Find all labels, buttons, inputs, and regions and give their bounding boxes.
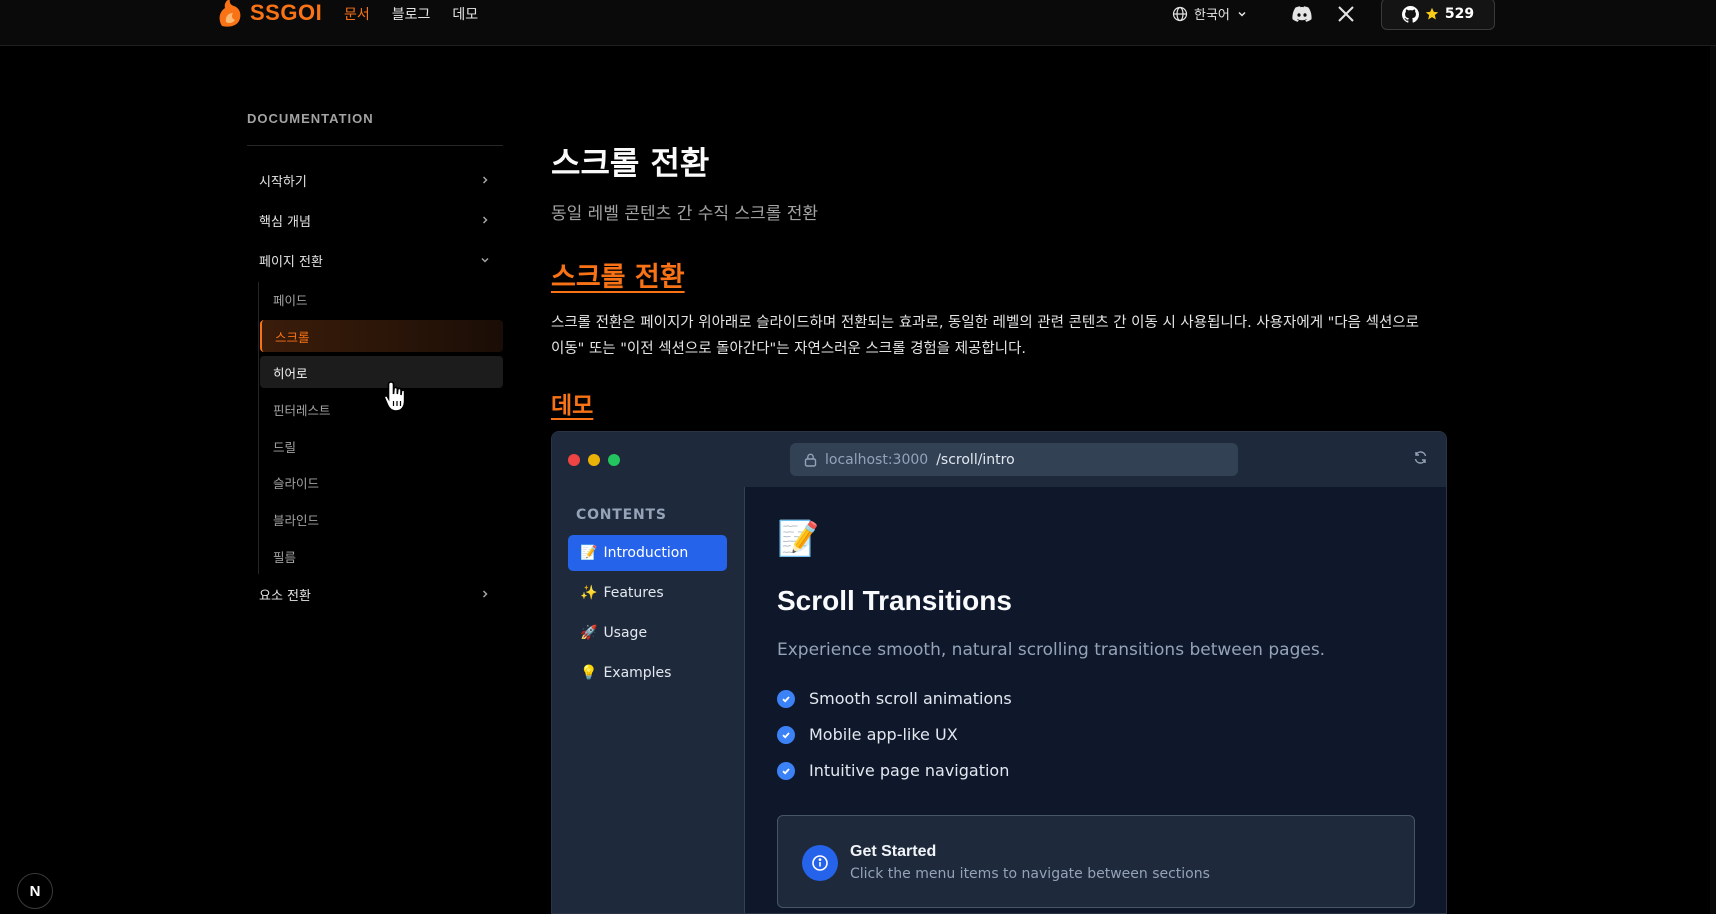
feature-item: Intuitive page navigation	[777, 761, 1009, 780]
url-path: /scroll/intro	[936, 451, 1015, 468]
demo-main-content: 📝 Scroll Transitions Experience smooth, …	[745, 487, 1446, 913]
toc-item-usage[interactable]: 🚀 Usage	[568, 615, 727, 651]
x-icon	[1338, 6, 1354, 22]
star-icon	[1425, 7, 1439, 20]
intro-paragraph-line: 스크롤 전환은 페이지가 위아래로 슬라이드하며 전환되는 효과로, 동일한 레…	[551, 315, 1419, 331]
toc-item-examples[interactable]: 💡 Examples	[568, 655, 727, 691]
callout-text: Click the menu items to navigate between…	[850, 866, 1210, 882]
github-star-count: 529	[1444, 6, 1475, 22]
top-navbar: SSGOI 문서 블로그 데모 한국어 529	[0, 0, 1716, 46]
sidebar-section-label: 핵심 개념	[259, 214, 311, 230]
fox-logo-icon	[219, 0, 241, 27]
rocket-icon: 🚀	[580, 625, 598, 641]
sidebar-section-element-transitions[interactable]: 요소 전환	[247, 578, 503, 610]
discord-icon	[1292, 6, 1312, 22]
toc-item-label: Examples	[603, 665, 672, 681]
globe-icon	[1172, 6, 1188, 21]
sidebar-section-label: 요소 전환	[259, 588, 311, 604]
page-scrollbar[interactable]	[1710, 46, 1716, 914]
chevron-right-icon	[482, 590, 488, 598]
intro-paragraph-line: 이동" 또는 "이전 섹션으로 돌아간다"는 자연스러운 스크롤 경험을 제공합…	[551, 341, 1027, 357]
address-bar[interactable]: localhost:3000 /scroll/intro	[790, 443, 1238, 476]
nav-link-demo[interactable]: 데모	[452, 4, 478, 24]
sparkles-icon: ✨	[580, 585, 598, 601]
memo-icon: 📝	[777, 519, 820, 559]
toc-item-label: Features	[603, 585, 664, 601]
contents-heading: CONTENTS	[576, 507, 667, 523]
sidebar-heading: DOCUMENTATION	[247, 111, 374, 126]
url-host: localhost:3000	[825, 451, 929, 468]
feature-item: Smooth scroll animations	[777, 689, 1012, 708]
sidebar-section-label: 페이지 전환	[259, 254, 323, 270]
language-label: 한국어	[1194, 8, 1230, 23]
check-circle-icon	[777, 725, 795, 744]
github-stars-button[interactable]: 529	[1381, 0, 1495, 30]
x-twitter-link[interactable]	[1333, 2, 1359, 26]
section-heading-link[interactable]: 스크롤 전환	[551, 255, 685, 294]
lightbulb-icon: 💡	[580, 665, 598, 681]
demo-subtitle: Experience smooth, natural scrolling tra…	[777, 640, 1326, 660]
browser-toolbar: localhost:3000 /scroll/intro	[552, 432, 1446, 487]
feature-label: Mobile app-like UX	[809, 725, 958, 744]
sidebar-item-drill[interactable]: 드릴	[260, 430, 503, 462]
window-maximize-dot[interactable]	[608, 454, 620, 466]
info-icon	[802, 845, 838, 881]
lock-icon	[804, 453, 817, 467]
toc-item-introduction[interactable]: 📝 Introduction	[568, 535, 727, 571]
sidebar-item-slide[interactable]: 슬라이드	[260, 466, 503, 498]
chevron-right-icon	[482, 176, 488, 184]
demo-title: Scroll Transitions	[777, 585, 1012, 616]
chevron-down-icon	[481, 257, 489, 263]
sidebar-divider	[247, 145, 503, 146]
sidebar-section-getting-started[interactable]: 시작하기	[247, 164, 503, 196]
check-circle-icon	[777, 689, 795, 708]
toc-item-label: Introduction	[603, 545, 689, 561]
sidebar-section-label: 시작하기	[259, 174, 307, 190]
sidebar-item-blind[interactable]: 블라인드	[260, 503, 503, 535]
sidebar-section-page-transitions[interactable]: 페이지 전환	[247, 244, 503, 276]
language-selector[interactable]: 한국어	[1172, 4, 1248, 23]
chevron-down-icon	[1238, 11, 1246, 17]
submenu-guide-line	[258, 282, 259, 574]
nav-link-blog[interactable]: 블로그	[392, 4, 431, 24]
feature-label: Intuitive page navigation	[809, 761, 1010, 780]
demo-browser-frame: localhost:3000 /scroll/intro CONTENTS 📝 …	[551, 431, 1447, 914]
sidebar-item-hero[interactable]: 히어로	[260, 356, 503, 388]
nextjs-dev-badge[interactable]: N	[17, 873, 53, 909]
github-icon	[1401, 5, 1419, 23]
chevron-right-icon	[482, 216, 488, 224]
brand-name: SSGOI	[250, 0, 323, 25]
get-started-callout: Get Started Click the menu items to navi…	[777, 815, 1415, 908]
memo-icon: 📝	[580, 545, 598, 561]
page-subtitle: 동일 레벨 콘텐츠 간 수직 스크롤 전환	[551, 204, 819, 224]
nav-link-docs[interactable]: 문서	[344, 4, 370, 24]
feature-label: Smooth scroll animations	[809, 689, 1012, 708]
window-close-dot[interactable]	[568, 454, 580, 466]
callout-title: Get Started	[850, 843, 937, 860]
brand-logo[interactable]: SSGOI	[216, 0, 322, 28]
pointer-hand-cursor-icon	[383, 381, 406, 412]
sidebar-item-scroll[interactable]: 스크롤	[260, 320, 503, 352]
intro-paragraph: 스크롤 전환은 페이지가 위아래로 슬라이드하며 전환되는 효과로, 동일한 레…	[551, 310, 1451, 362]
toc-item-label: Usage	[603, 625, 648, 641]
discord-link[interactable]	[1289, 2, 1315, 26]
reload-icon[interactable]	[1413, 450, 1428, 465]
toc-item-features[interactable]: ✨ Features	[568, 575, 727, 611]
demo-heading-link[interactable]: 데모	[551, 386, 593, 420]
check-circle-icon	[777, 761, 795, 780]
window-minimize-dot[interactable]	[588, 454, 600, 466]
feature-item: Mobile app-like UX	[777, 725, 958, 744]
page-title: 스크롤 전환	[551, 144, 710, 182]
demo-contents-sidebar: CONTENTS 📝 Introduction ✨ Features 🚀 Usa…	[552, 487, 745, 913]
sidebar-item-film[interactable]: 필름	[260, 540, 503, 572]
sidebar-item-fade[interactable]: 페이드	[260, 283, 503, 315]
primary-nav: 문서 블로그 데모	[344, 4, 478, 24]
sidebar-section-core-concepts[interactable]: 핵심 개념	[247, 204, 503, 236]
sidebar-item-pinterest[interactable]: 핀터레스트	[260, 393, 503, 425]
